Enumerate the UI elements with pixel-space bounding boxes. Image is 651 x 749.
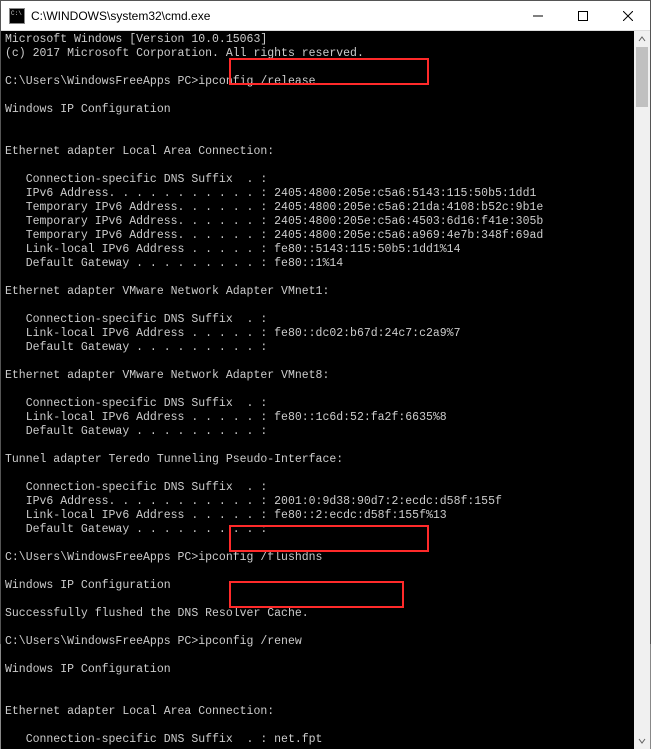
window-title: C:\WINDOWS\system32\cmd.exe xyxy=(31,9,515,23)
highlight-box xyxy=(229,581,404,608)
chevron-up-icon xyxy=(638,35,646,43)
maximize-icon xyxy=(578,11,588,21)
window-controls xyxy=(515,1,650,30)
highlight-box xyxy=(229,525,429,552)
titlebar[interactable]: C:\WINDOWS\system32\cmd.exe xyxy=(1,1,650,31)
terminal-output[interactable]: Microsoft Windows [Version 10.0.15063] (… xyxy=(1,31,634,749)
scroll-down-button[interactable] xyxy=(634,733,650,749)
vertical-scrollbar[interactable] xyxy=(634,31,650,749)
close-icon xyxy=(623,11,633,21)
chevron-down-icon xyxy=(638,737,646,745)
terminal-area: Microsoft Windows [Version 10.0.15063] (… xyxy=(1,31,650,749)
cmd-icon xyxy=(9,8,25,24)
minimize-button[interactable] xyxy=(515,1,560,30)
scrollbar-thumb[interactable] xyxy=(636,47,648,107)
scrollbar-track[interactable] xyxy=(634,47,650,733)
maximize-button[interactable] xyxy=(560,1,605,30)
highlight-box xyxy=(229,58,429,85)
close-button[interactable] xyxy=(605,1,650,30)
minimize-icon xyxy=(533,11,543,21)
cmd-window: C:\WINDOWS\system32\cmd.exe Microsoft Wi… xyxy=(0,0,651,644)
scroll-up-button[interactable] xyxy=(634,31,650,47)
